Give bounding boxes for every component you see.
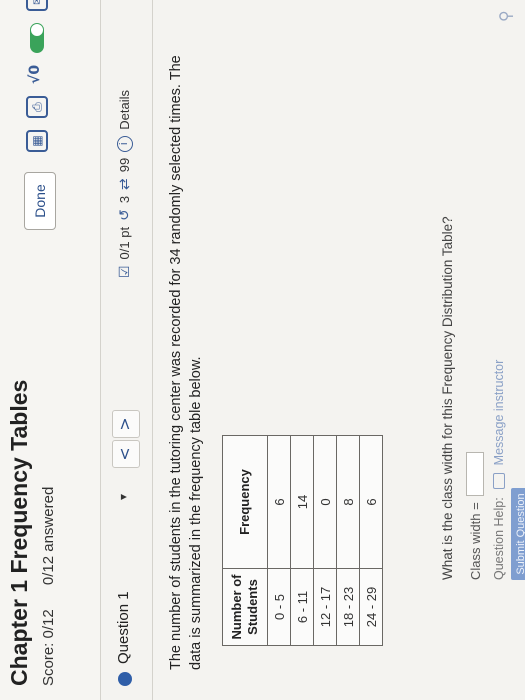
answered-text: 0/12 answered: [40, 486, 57, 586]
class-cell: 12 - 17: [313, 568, 337, 646]
table-row: 6 - 11 14: [290, 435, 314, 646]
class-cell: 18 - 23: [336, 568, 360, 646]
frequency-cell: 8: [336, 435, 360, 569]
message-instructor-link[interactable]: Message instructor: [492, 360, 506, 466]
assignment-header: Chapter 1 Frequency Tables Score: 0/12 0…: [0, 0, 101, 700]
sqrt-icon[interactable]: √0: [26, 65, 48, 84]
header-frequency: Frequency: [222, 435, 268, 569]
score-text: Score: 0/12: [40, 609, 57, 686]
checkbox-icon: ☑: [116, 265, 132, 278]
score-row: Score: 0/12 0/12 answered: [40, 467, 57, 686]
question-text: What is the class width for this Frequen…: [440, 216, 455, 580]
question-help-row: Question Help: Message instructor: [492, 360, 506, 580]
table-row: 12 - 17 0: [313, 435, 337, 646]
info-icon[interactable]: i: [116, 135, 133, 152]
frequency-cell: 6: [267, 435, 291, 569]
header-number-of-students: Number of Students: [222, 568, 268, 646]
message-icon[interactable]: ✉: [26, 0, 48, 11]
class-cell: 6 - 11: [290, 568, 314, 646]
frequency-cell: 6: [359, 435, 383, 569]
calculator-icon[interactable]: ▦: [26, 130, 48, 152]
class-width-row: Class width =: [466, 452, 484, 580]
points-text: 0/1 pt: [117, 226, 132, 260]
attempts-icon: ⇄: [116, 178, 132, 190]
submit-question-button[interactable]: Submit Question: [511, 488, 525, 580]
question-label[interactable]: Question 1: [115, 591, 132, 664]
question-meta: ☑ 0/1 pt ↺ 3 ⇄ 99 i Details: [116, 90, 133, 278]
retries-count: 3: [117, 195, 132, 204]
frequency-cell: 14: [290, 435, 314, 569]
previous-question-button[interactable]: <: [112, 440, 140, 468]
toolbar-icons: ▦ ⎙ √0 ✉ ⋮: [26, 0, 48, 152]
table-row: 0 - 5 6: [267, 435, 291, 646]
mymathlab-question-page: Chapter 1 Frequency Tables Score: 0/12 0…: [0, 0, 525, 700]
frequency-cell: 0: [313, 435, 337, 569]
class-cell: 24 - 29: [359, 568, 383, 646]
print-icon[interactable]: ⎙: [26, 96, 48, 118]
question-help-label: Question Help:: [492, 497, 506, 580]
retry-icon: ↺: [116, 209, 132, 221]
question-status-dot-icon: [118, 672, 132, 686]
toggle-switch[interactable]: [30, 22, 44, 53]
page-title: Chapter 1 Frequency Tables: [6, 379, 32, 686]
details-link[interactable]: Details: [117, 90, 132, 130]
search-icon[interactable]: ⚲: [496, 10, 515, 22]
done-button[interactable]: Done: [24, 172, 56, 230]
table-header-row: Number of Students Frequency: [222, 435, 268, 646]
class-width-input[interactable]: [466, 452, 484, 497]
question-navigation-bar: Question 1 ▾ < > ☑ 0/1 pt ↺ 3 ⇄ 99 i Det…: [100, 0, 153, 700]
attempts-count: 99: [117, 157, 132, 173]
table-row: 24 - 29 6: [359, 435, 383, 646]
table-row: 18 - 23 8: [336, 435, 360, 646]
next-question-button[interactable]: >: [112, 410, 140, 438]
class-cell: 0 - 5: [267, 568, 291, 646]
envelope-icon[interactable]: [493, 473, 505, 490]
frequency-table: Number of Students Frequency 0 - 5 6 6 -…: [222, 435, 383, 646]
question-dropdown-chevron-icon[interactable]: ▾: [116, 494, 130, 500]
question-prompt: The number of students in the tutoring c…: [168, 55, 204, 670]
class-width-label: Class width =: [467, 502, 483, 580]
